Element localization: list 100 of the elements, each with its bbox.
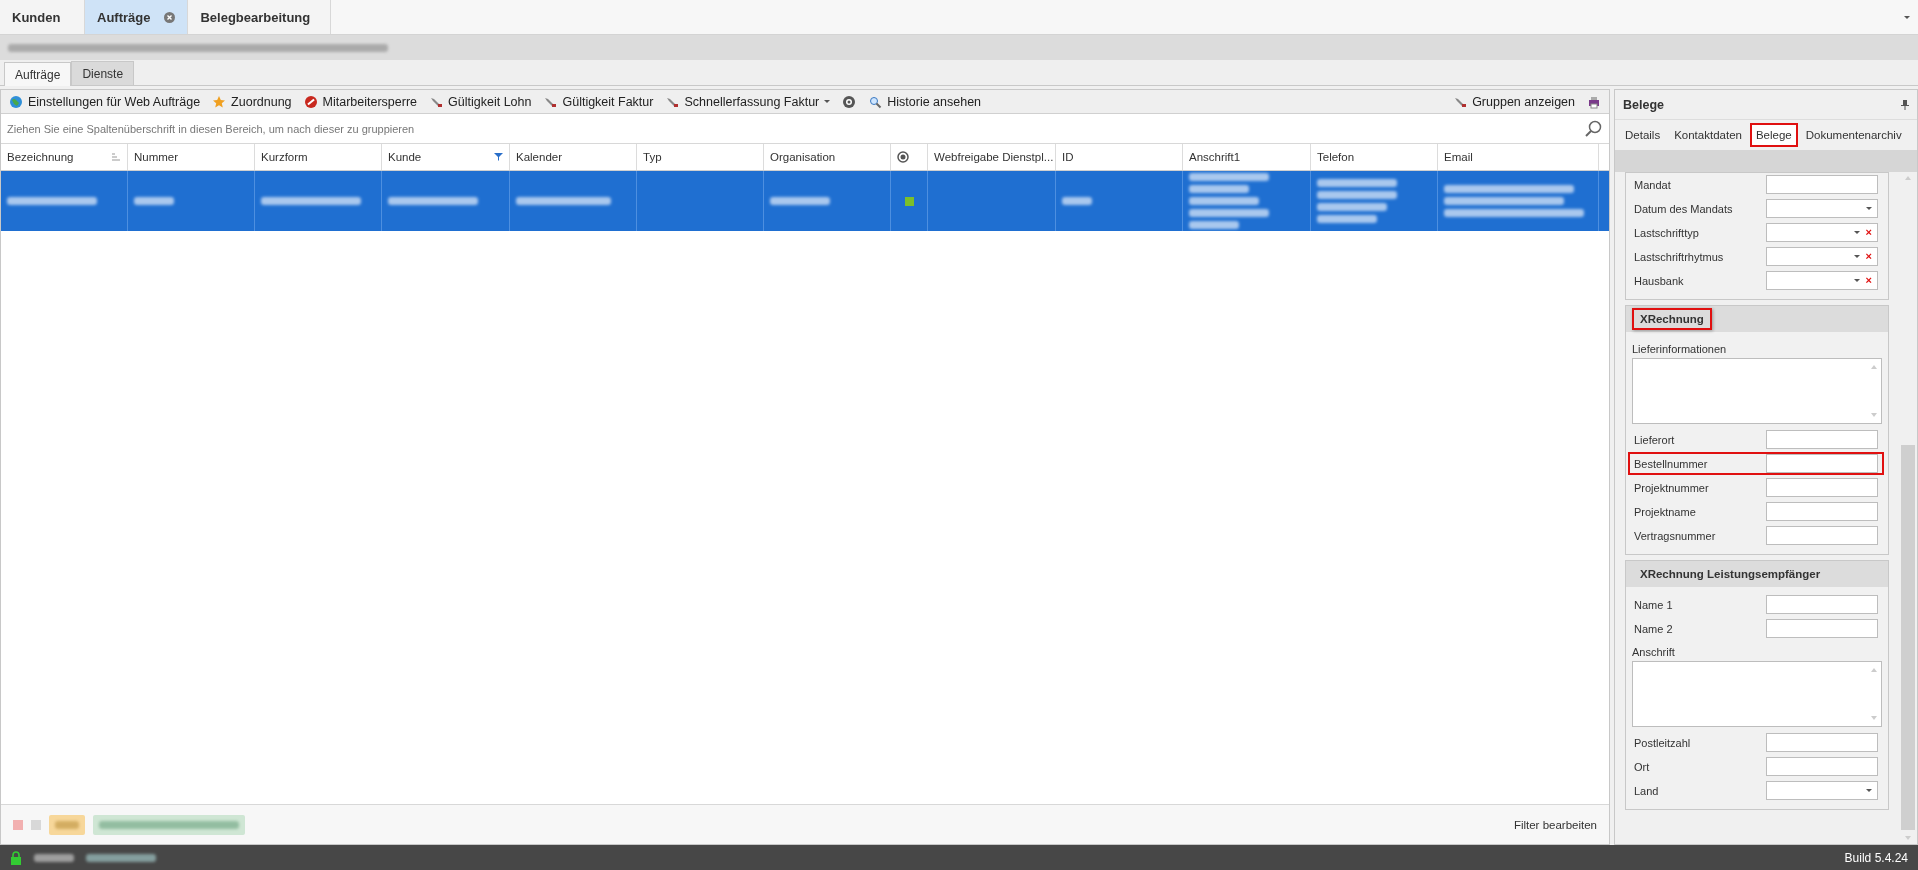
filter-chip[interactable]: [93, 814, 245, 835]
column-header[interactable]: ID: [1056, 144, 1183, 170]
column-header[interactable]: Kalender: [510, 144, 637, 170]
search-icon[interactable]: [1585, 119, 1603, 138]
filter-edit-link[interactable]: Filter bearbeiten: [1513, 818, 1597, 831]
panel-tab[interactable]: Dokumentenarchiv: [1799, 123, 1908, 147]
field-label: Lastschriftrhytmus: [1634, 250, 1724, 263]
input-field[interactable]: [1766, 454, 1878, 473]
caret-icon[interactable]: [1904, 15, 1910, 19]
build-version: Build 5.4.24: [1844, 850, 1908, 865]
panel-title: Belege: [1623, 97, 1664, 112]
combo-field[interactable]: ×: [1766, 271, 1878, 290]
no-entry-icon: [303, 94, 318, 109]
blurred-text: [34, 853, 74, 862]
column-header[interactable]: Organisation: [764, 144, 891, 170]
field-label: Hausbank: [1634, 274, 1684, 287]
field-label: Ort: [1634, 760, 1650, 773]
field-label: Land: [1634, 784, 1659, 797]
toolbar-button[interactable]: Gültigkeit Lohn: [429, 94, 532, 109]
checkbox-icon[interactable]: [31, 819, 41, 830]
input-field[interactable]: [1766, 526, 1878, 545]
blurred-text: [86, 853, 156, 862]
input-field[interactable]: [1766, 502, 1878, 521]
input-field[interactable]: [1766, 595, 1878, 614]
column-header[interactable]: Nummer: [128, 144, 255, 170]
panel-tab[interactable]: Belege: [1749, 123, 1798, 147]
column-header[interactable]: Anschrift1: [1183, 144, 1311, 170]
toolbar-button[interactable]: Einstellungen für Web Aufträge: [9, 94, 201, 109]
column-header[interactable]: Webfreigabe Dienstpl...: [928, 144, 1056, 170]
column-header[interactable]: Bezeichnung: [1, 144, 128, 170]
field-label: Name 1: [1634, 598, 1673, 611]
star-icon: [212, 94, 227, 109]
blurred-text: [1317, 215, 1377, 223]
column-header[interactable]: Telefon: [1311, 144, 1438, 170]
search-icon: [868, 94, 883, 109]
caret-icon: [1853, 279, 1860, 282]
caret-icon: [1866, 789, 1872, 792]
field-label: Datum des Mandats: [1634, 202, 1733, 215]
toolbar-button[interactable]: [842, 94, 857, 109]
field-label: Bestellnummer: [1634, 457, 1708, 470]
blurred-text: [1317, 203, 1387, 211]
blurred-text: [1062, 197, 1092, 205]
toolbar-button[interactable]: [1587, 94, 1601, 109]
field-label: Lieferinformationen: [1632, 343, 1727, 355]
field-label: Lastschrifttyp: [1634, 226, 1699, 239]
memo-field[interactable]: [1632, 358, 1882, 424]
field-label: Vertragsnummer: [1634, 529, 1716, 542]
input-field[interactable]: [1766, 733, 1878, 752]
globe-icon: [9, 94, 23, 109]
combo-field[interactable]: ×: [1766, 247, 1878, 266]
filter-chip[interactable]: [49, 814, 85, 835]
status-icon: [897, 151, 909, 163]
blurred-text: [770, 197, 830, 205]
input-field[interactable]: [1766, 619, 1878, 638]
tab[interactable]: Dienste: [71, 61, 135, 85]
caret-icon: [1866, 207, 1872, 210]
combo-field[interactable]: [1766, 781, 1878, 800]
tab[interactable]: Aufträge: [4, 62, 72, 86]
combo-field[interactable]: ×: [1766, 223, 1878, 242]
memo-field[interactable]: [1632, 661, 1882, 727]
column-header[interactable]: Kurzform: [255, 144, 382, 170]
refresh-icon: [842, 94, 857, 109]
field-label: Lieferort: [1634, 433, 1675, 446]
section-title: XRechnung: [1632, 308, 1712, 330]
column-header[interactable]: Typ: [637, 144, 764, 170]
clear-button[interactable]: ×: [1865, 251, 1872, 262]
input-field[interactable]: [1766, 478, 1878, 497]
toolbar-button[interactable]: Zuordnung: [212, 94, 292, 109]
toolbar-button[interactable]: Gruppen anzeigen: [1453, 94, 1575, 109]
group-hint: Ziehen Sie eine Spaltenüberschrift in diesen Bereich, um nach dieser zu gruppieren: [7, 122, 415, 135]
combo-field[interactable]: [1766, 199, 1878, 218]
panel-tab[interactable]: Details: [1619, 123, 1667, 147]
printer-icon: [1587, 94, 1601, 109]
document-tab[interactable]: Aufträge: [85, 0, 189, 34]
blurred-text: [1189, 221, 1239, 229]
column-header[interactable]: Email: [1438, 144, 1599, 170]
toolbar-button[interactable]: Gültigkeit Faktur: [543, 94, 654, 109]
blurred-text: [1189, 185, 1249, 193]
pin-icon[interactable]: [1901, 99, 1909, 110]
field-label: Projektname: [1634, 505, 1696, 518]
clear-button[interactable]: ×: [1865, 275, 1872, 286]
blurred-text: [55, 820, 79, 829]
field-label: Postleitzahl: [1634, 736, 1691, 749]
toolbar-button[interactable]: Mitarbeitersperre: [303, 94, 418, 109]
lock-icon: [10, 850, 22, 865]
field-label: Projektnummer: [1634, 481, 1709, 494]
caret-icon: [1853, 231, 1860, 234]
section-title: XRechnung Leistungsempfänger: [1639, 567, 1822, 582]
input-field[interactable]: [1766, 757, 1878, 776]
caret-icon: [1853, 255, 1860, 258]
clear-button[interactable]: ×: [1865, 227, 1872, 238]
input-field[interactable]: [1766, 430, 1878, 449]
panel-tab[interactable]: Kontaktdaten: [1668, 123, 1748, 147]
toolbar-button[interactable]: Schnellerfassung Faktur: [665, 94, 831, 109]
field-label: Anschrift: [1632, 646, 1675, 658]
toolbar-button[interactable]: Historie ansehen: [868, 94, 982, 109]
column-header[interactable]: Kunde: [382, 144, 510, 170]
input-field[interactable]: [1766, 175, 1878, 194]
blurred-text: [1189, 197, 1259, 205]
blurred-text: [134, 197, 174, 205]
